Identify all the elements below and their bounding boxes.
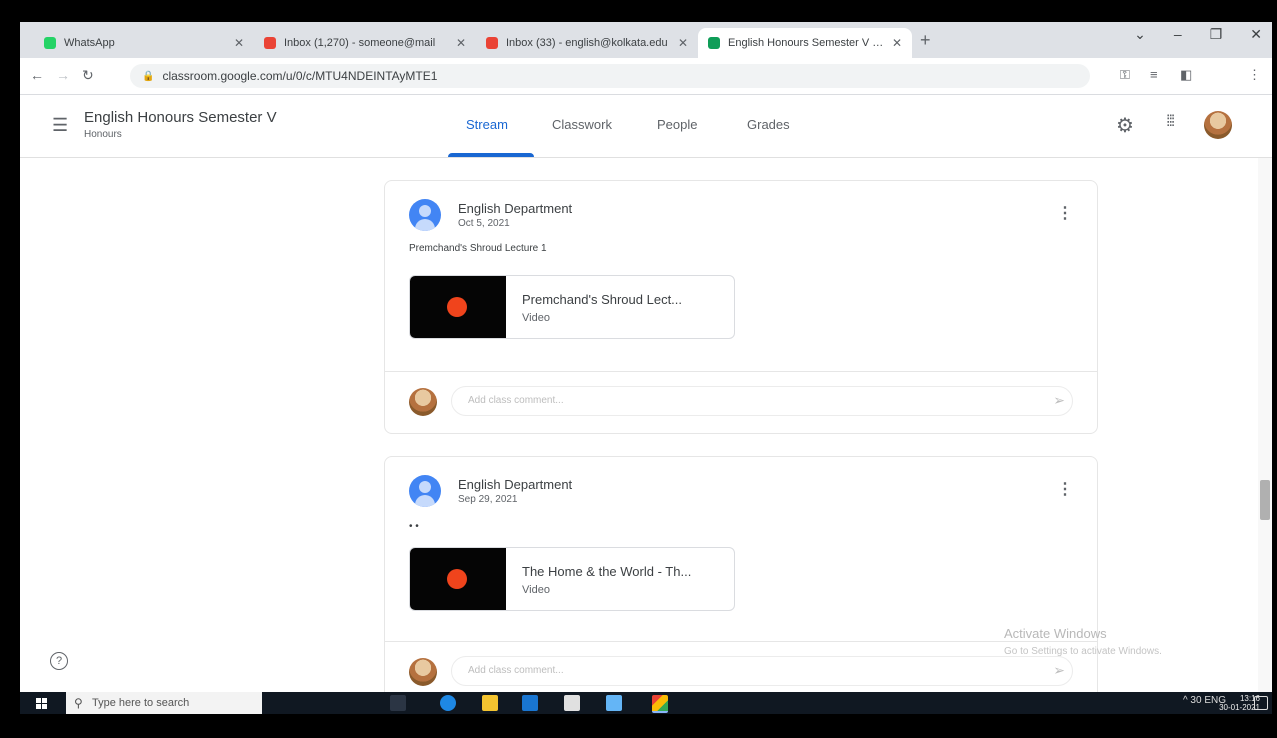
minimize-button[interactable]: –	[1174, 26, 1182, 43]
windows-start-icon[interactable]	[36, 698, 47, 709]
browser-tab-gmail-2[interactable]: Inbox (33) - english@kolkata.edu ✕	[476, 28, 698, 58]
classroom-icon	[708, 37, 720, 49]
url-bar[interactable]: 🔒 classroom.google.com/u/0/c/MTU4NDEINTA…	[130, 64, 1090, 88]
photos-icon[interactable]	[606, 695, 622, 711]
video-attachment[interactable]: Premchand's Shroud Lect... Video	[409, 275, 735, 339]
reading-list-icon[interactable]: ≡	[1150, 67, 1158, 82]
whatsapp-icon	[44, 37, 56, 49]
post-options-icon[interactable]: ⋮	[1057, 203, 1073, 223]
forward-icon[interactable]: →	[56, 67, 70, 83]
notifications-icon[interactable]	[1254, 696, 1268, 710]
send-icon[interactable]: ➢	[1053, 392, 1065, 409]
close-tab-icon[interactable]: ✕	[892, 36, 902, 50]
reload-icon[interactable]: ↻	[82, 67, 94, 84]
activate-windows-subtitle: Go to Settings to activate Windows.	[1004, 646, 1162, 657]
gmail-icon	[264, 37, 276, 49]
commenter-avatar	[409, 658, 437, 686]
gmail-icon	[486, 37, 498, 49]
browser-tab-whatsapp[interactable]: WhatsApp ✕	[34, 28, 254, 58]
post-author: English Department	[458, 477, 573, 492]
class-comment-input[interactable]: Add class comment...	[451, 656, 1073, 686]
class-title[interactable]: English Honours Semester V	[84, 109, 277, 126]
task-view-icon[interactable]	[390, 695, 406, 711]
close-tab-icon[interactable]: ✕	[234, 36, 244, 50]
scrollbar-thumb[interactable]	[1260, 480, 1270, 520]
google-apps-icon[interactable]: ⁞⁞⁞	[1166, 113, 1175, 131]
browser-tab-classroom[interactable]: English Honours Semester V (Ku ✕	[698, 28, 912, 58]
close-tab-icon[interactable]: ✕	[678, 36, 688, 50]
screen: WhatsApp ✕ Inbox (1,270) - someone@mail …	[20, 22, 1272, 714]
class-settings-gear-icon[interactable]: ⚙	[1116, 113, 1134, 138]
lock-icon[interactable]: 🔒	[142, 71, 154, 82]
post-options-icon[interactable]: ⋮	[1057, 479, 1073, 499]
chrome-icon[interactable]	[652, 695, 668, 713]
file-explorer-icon[interactable]	[482, 695, 498, 711]
stream-post: English Department Sep 29, 2021 ⋮ • • Th…	[384, 456, 1098, 714]
search-placeholder: Type here to search	[92, 697, 190, 709]
play-icon	[447, 297, 467, 317]
browser-tab-gmail-1[interactable]: Inbox (1,270) - someone@mail ✕	[254, 28, 476, 58]
video-attachment[interactable]: The Home & the World - Th... Video	[409, 547, 735, 611]
active-tab-indicator	[448, 153, 534, 157]
browser-menu-icon[interactable]: ⋮	[1248, 67, 1261, 83]
comment-row: Add class comment... ➢	[385, 371, 1097, 432]
address-bar-row: ← → ↻ 🔒 classroom.google.com/u/0/c/MTU4N…	[20, 58, 1272, 118]
tab-title: WhatsApp	[64, 37, 115, 49]
attachment-title: The Home & the World - Th...	[522, 564, 692, 579]
tab-stream[interactable]: Stream	[466, 117, 508, 132]
restore-button[interactable]: ❐	[1210, 26, 1223, 43]
back-icon[interactable]: ←	[30, 67, 44, 83]
tab-title: Inbox (1,270) - someone@mail	[284, 37, 436, 49]
browser-tab-strip: WhatsApp ✕ Inbox (1,270) - someone@mail …	[20, 22, 1272, 58]
new-tab-button[interactable]: +	[920, 30, 931, 51]
tab-title: English Honours Semester V (Ku	[728, 37, 886, 49]
commenter-avatar	[409, 388, 437, 416]
tab-grades[interactable]: Grades	[747, 117, 790, 132]
close-tab-icon[interactable]: ✕	[456, 36, 466, 50]
edge-icon[interactable]	[440, 695, 456, 711]
attachment-type: Video	[522, 584, 550, 596]
taskbar-search-box[interactable]: ⚲ Type here to search	[66, 692, 262, 714]
sidepanel-icon[interactable]: ◧	[1180, 67, 1192, 83]
key-icon[interactable]: ⚿	[1120, 67, 1130, 83]
activate-windows-title: Activate Windows	[1004, 626, 1107, 641]
mail-icon[interactable]	[522, 695, 538, 711]
classroom-header: ☰ English Honours Semester V Honours Str…	[20, 95, 1272, 158]
search-icon: ⚲	[74, 696, 83, 710]
attachment-title: Premchand's Shroud Lect...	[522, 292, 683, 307]
store-icon[interactable]	[564, 695, 580, 711]
scrollbar[interactable]	[1258, 158, 1272, 692]
main-menu-icon[interactable]: ☰	[52, 115, 68, 136]
send-icon[interactable]: ➢	[1053, 662, 1065, 679]
post-date: Oct 5, 2021	[458, 218, 510, 229]
stream-post: English Department Oct 5, 2021 ⋮ Premcha…	[384, 180, 1098, 434]
window-controls: ⌄ – ❐ ✕	[1134, 26, 1262, 43]
tab-classwork[interactable]: Classwork	[552, 117, 612, 132]
post-date: Sep 29, 2021	[458, 494, 518, 505]
author-avatar-icon	[409, 199, 441, 231]
close-window-button[interactable]: ✕	[1250, 26, 1262, 43]
account-avatar[interactable]	[1204, 111, 1232, 139]
class-subtitle: Honours	[84, 129, 122, 140]
author-avatar-icon	[409, 475, 441, 507]
help-icon[interactable]: ?	[50, 652, 68, 670]
tab-search-icon[interactable]: ⌄	[1134, 26, 1146, 43]
post-text: Premchand's Shroud Lecture 1	[409, 243, 547, 254]
post-author: English Department	[458, 201, 573, 216]
play-icon	[447, 569, 467, 589]
tab-people[interactable]: People	[657, 117, 697, 132]
windows-taskbar: ⚲ Type here to search ^ 30 ENG 13:16 30-…	[20, 692, 1272, 714]
url-text: classroom.google.com/u/0/c/MTU4NDEINTAyM…	[162, 69, 438, 83]
post-text: • •	[409, 521, 419, 532]
attachment-type: Video	[522, 312, 550, 324]
screenshot-frame: WhatsApp ✕ Inbox (1,270) - someone@mail …	[0, 0, 1277, 738]
tab-title: Inbox (33) - english@kolkata.edu	[506, 37, 668, 49]
class-comment-input[interactable]: Add class comment...	[451, 386, 1073, 416]
